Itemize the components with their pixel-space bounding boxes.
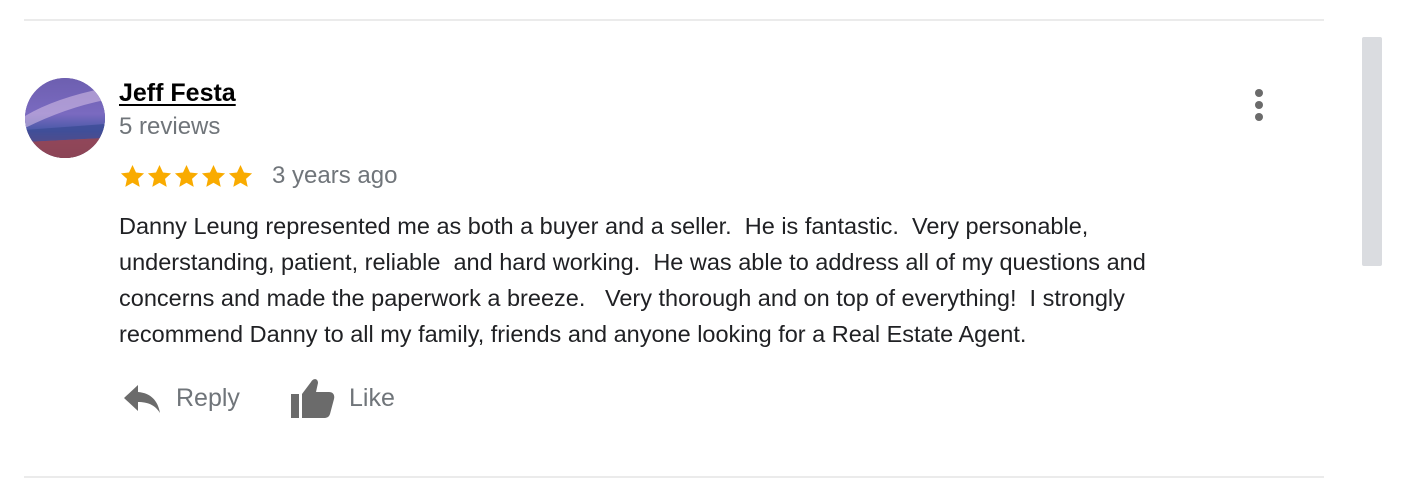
reviewer-name[interactable]: Jeff Festa xyxy=(119,78,236,108)
star-icon xyxy=(228,164,253,187)
more-options-button[interactable] xyxy=(1240,84,1278,128)
avatar-image xyxy=(25,78,105,158)
review-text: Danny Leung represented me as both a buy… xyxy=(119,213,1146,347)
bottom-divider xyxy=(24,476,1324,478)
star-icon xyxy=(147,164,172,187)
more-vertical-icon-dot xyxy=(1255,113,1263,121)
star-rating xyxy=(119,163,254,190)
reviewer-avatar[interactable] xyxy=(25,78,105,158)
review-count: 5 reviews xyxy=(119,113,221,140)
thumbs-up-icon xyxy=(291,379,335,418)
review-card: Jeff Festa 5 reviews 3 years ago Danny L… xyxy=(0,0,1408,496)
like-button[interactable]: Like xyxy=(289,372,395,424)
rating-row: 3 years ago xyxy=(119,160,397,192)
reply-button[interactable]: Reply xyxy=(122,372,240,424)
top-divider xyxy=(24,19,1324,21)
more-vertical-icon xyxy=(1255,89,1263,97)
more-vertical-icon-dot xyxy=(1255,101,1263,109)
review-time: 3 years ago xyxy=(272,162,398,189)
star-icon xyxy=(120,164,145,187)
star-icon xyxy=(201,164,226,187)
reply-label: Reply xyxy=(176,383,240,412)
scrollbar-thumb[interactable] xyxy=(1362,37,1382,266)
reply-arrow-icon xyxy=(124,385,160,413)
like-label: Like xyxy=(349,383,395,412)
star-icon xyxy=(174,164,199,187)
